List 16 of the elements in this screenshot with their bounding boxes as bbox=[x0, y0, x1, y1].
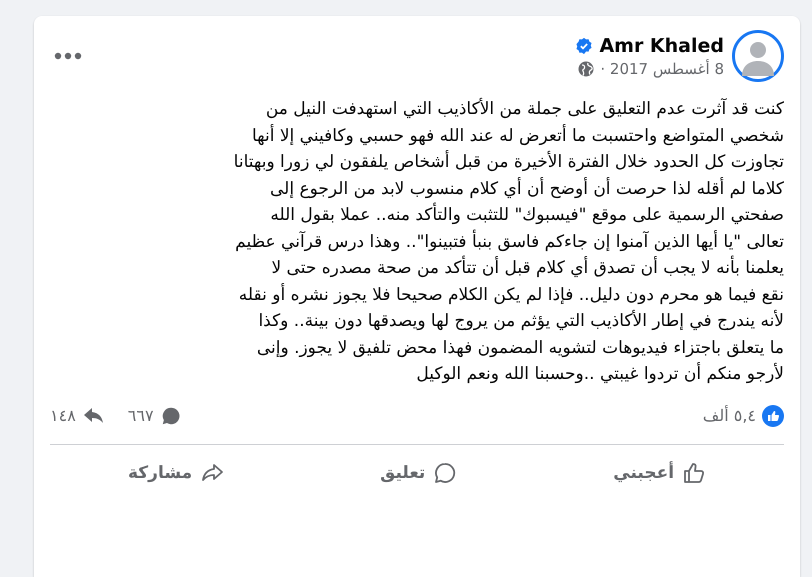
like-reaction-icon bbox=[762, 404, 784, 426]
more-options-icon[interactable] bbox=[54, 52, 82, 60]
avatar[interactable] bbox=[732, 30, 784, 82]
like-button[interactable]: أعجبني bbox=[583, 450, 736, 494]
post-date[interactable]: 8 أغسطس 2017 · bbox=[600, 60, 724, 78]
post-text: كنت قد آثرت عدم التعليق على جملة من الأكاذيب التي استهدفت النيل من شخصي المتواضع واحتسبت ما أتعرض له عند الله فهو حسبي وكافيني إلا أنها تجاوزت كل الحدود خلال الفترة الأخيرة من قبل أشخاص يلفقون لي زورا وبهتانا كلاما لم أقله لذا حرصت أن أوضح أن أي كلام منسوب لابد من الرجوع إلى صفحتي الرسمية على موقع "فيسبوك" للتثبت والتأكد منه.. عملا بقول الله تعالى "يا أيها الذين آمنوا إن جاءكم فاسق بنبأ فتبينوا".. وهذا درس قرآني عظيم يعلمنا بأنه لا يجب أن تصدق أي كلام قبل أن تتأكد من صحة مصدره حتى لا نقع فيما هو محرم دون دليل.. فإذا لم يكن الكلام صحيحا فلا يجوز نشره أو نقله لأنه يندرج في إطار الأكاذيب التي يؤثم من يروج لها ويصدقها دون بينة.. وكذا ما يتعلق باجتزاء فيديوهات لتشويه المضمون فهذا محض تلفيق لا يجوز. وإنى لأرجو منكم أن تردوا غيبتي ..وحسبنا الله ونعم الوكيل bbox=[232, 96, 784, 386]
speech-bubble-icon bbox=[160, 404, 182, 426]
comment-button[interactable]: تعليق bbox=[350, 450, 488, 494]
share-button[interactable]: مشاركة bbox=[98, 450, 254, 494]
thumbs-up-icon bbox=[682, 460, 706, 484]
like-count[interactable]: ٥,٤ ألف bbox=[702, 406, 756, 425]
share-count[interactable]: ١٤٨ bbox=[50, 406, 76, 425]
comment-count[interactable]: ٦٦٧ bbox=[128, 406, 154, 425]
globe-icon bbox=[578, 60, 594, 76]
speech-bubble-icon bbox=[433, 460, 458, 484]
author-name[interactable]: Amr Khaled bbox=[599, 34, 724, 56]
